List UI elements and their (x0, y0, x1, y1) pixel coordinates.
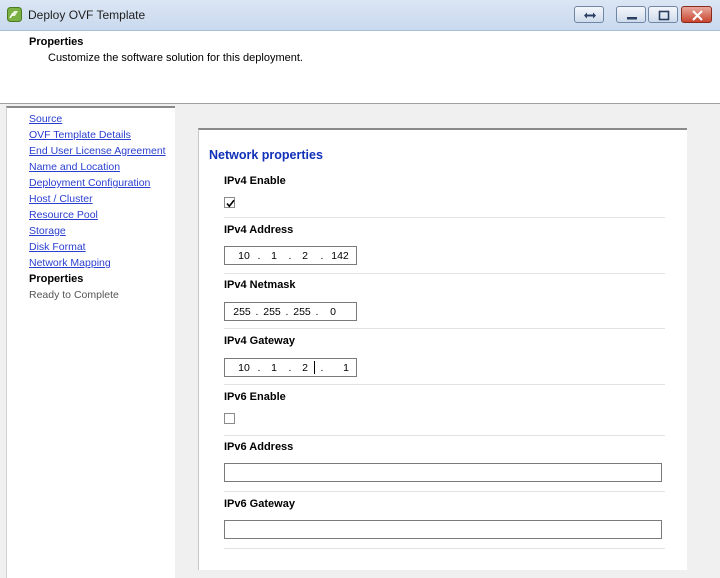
sidebar-item-storage[interactable]: Storage (29, 223, 166, 239)
sidebar-item-source[interactable]: Source (29, 111, 166, 127)
ipv4-address-label: IPv4 Address (224, 224, 294, 236)
ipv6-address-label: IPv6 Address (224, 441, 294, 453)
separator (224, 328, 665, 329)
minimize-button[interactable] (616, 6, 646, 23)
page-title: Properties (29, 36, 84, 48)
octet-dot: . (285, 306, 289, 318)
ipv6-gateway-field[interactable] (224, 520, 662, 539)
octet-dot: . (288, 362, 292, 374)
ipv4-netmask-octet-1[interactable]: 255 (231, 306, 253, 318)
sidebar-item-network-mapping[interactable]: Network Mapping (29, 255, 166, 271)
swap-icon (584, 12, 596, 19)
separator (224, 217, 665, 218)
ipv6-enable-label: IPv6 Enable (224, 391, 286, 403)
octet-dot: . (320, 362, 324, 374)
separator (224, 384, 665, 385)
close-button[interactable] (681, 6, 712, 23)
sidebar-item-name-and-location[interactable]: Name and Location (29, 159, 166, 175)
minimize-icon (627, 17, 637, 20)
ipv4-gateway-octet-2[interactable]: 1 (263, 362, 285, 374)
maximize-button[interactable] (648, 6, 678, 23)
close-icon (692, 10, 703, 21)
ipv6-address-field[interactable] (224, 463, 662, 482)
checkmark-icon (226, 199, 235, 208)
sidebar-item-host-cluster[interactable]: Host / Cluster (29, 191, 166, 207)
ipv4-address-octet-4[interactable]: 142 (329, 250, 351, 262)
ipv4-gateway-field[interactable]: 10 . 1 . 2 . 1 (224, 358, 357, 377)
sidebar-item-end-user-license-agreement[interactable]: End User License Agreement (29, 143, 166, 159)
ipv4-netmask-octet-3[interactable]: 255 (291, 306, 313, 318)
ipv4-address-octet-1[interactable]: 10 (233, 250, 255, 262)
ipv4-gateway-octet-4[interactable]: 1 (335, 362, 357, 374)
swap-button[interactable] (574, 6, 604, 23)
sidebar-item-properties: Properties (29, 273, 84, 285)
separator (224, 548, 665, 549)
sidebar-item-deployment-configuration[interactable]: Deployment Configuration (29, 175, 166, 191)
page-subtitle: Customize the software solution for this… (48, 52, 303, 64)
ipv4-gateway-label: IPv4 Gateway (224, 335, 295, 347)
sidebar-item-ovf-template-details[interactable]: OVF Template Details (29, 127, 166, 143)
sidebar-item-ready-to-complete: Ready to Complete (29, 289, 119, 301)
network-properties-title: Network properties (209, 148, 323, 162)
ipv4-netmask-octet-4[interactable]: 0 (322, 306, 344, 318)
ipv4-enable-checkbox[interactable] (224, 197, 235, 208)
ipv4-address-octet-2[interactable]: 1 (263, 250, 285, 262)
sidebar-item-disk-format[interactable]: Disk Format (29, 239, 166, 255)
separator (224, 491, 665, 492)
sidebar-item-resource-pool[interactable]: Resource Pool (29, 207, 166, 223)
ipv4-gateway-octet-1[interactable]: 10 (233, 362, 255, 374)
ipv6-gateway-label: IPv6 Gateway (224, 498, 295, 510)
wizard-steps-list: Source OVF Template Details End User Licen… (7, 108, 166, 303)
ipv4-netmask-label: IPv4 Netmask (224, 279, 296, 291)
ipv4-enable-label: IPv4 Enable (224, 175, 286, 187)
window-title: Deploy OVF Template (28, 8, 146, 22)
octet-dot: . (255, 306, 259, 318)
octet-dot: . (288, 250, 292, 262)
ipv6-enable-checkbox[interactable] (224, 413, 235, 424)
vsphere-app-icon (7, 7, 22, 22)
octet-dot: . (315, 306, 319, 318)
ipv4-address-field[interactable]: 10 . 1 . 2 . 142 (224, 246, 357, 265)
title-bar: Deploy OVF Template (0, 0, 720, 31)
network-properties-panel: Network properties IPv4 Enable IPv4 Addr… (198, 128, 687, 570)
maximize-icon (658, 10, 670, 21)
text-cursor (314, 361, 315, 374)
ipv4-netmask-field[interactable]: 255 . 255 . 255 . 0 (224, 302, 357, 321)
wizard-steps-sidebar: Source OVF Template Details End User Licen… (6, 106, 175, 578)
separator (224, 273, 665, 274)
ipv4-address-octet-3[interactable]: 2 (294, 250, 316, 262)
octet-dot: . (257, 250, 261, 262)
ipv4-netmask-octet-2[interactable]: 255 (261, 306, 283, 318)
ipv4-gateway-octet-3[interactable]: 2 (294, 362, 316, 374)
separator (224, 435, 665, 436)
octet-dot: . (320, 250, 324, 262)
octet-dot: . (257, 362, 261, 374)
wizard-header: Properties Customize the software soluti… (0, 31, 720, 104)
